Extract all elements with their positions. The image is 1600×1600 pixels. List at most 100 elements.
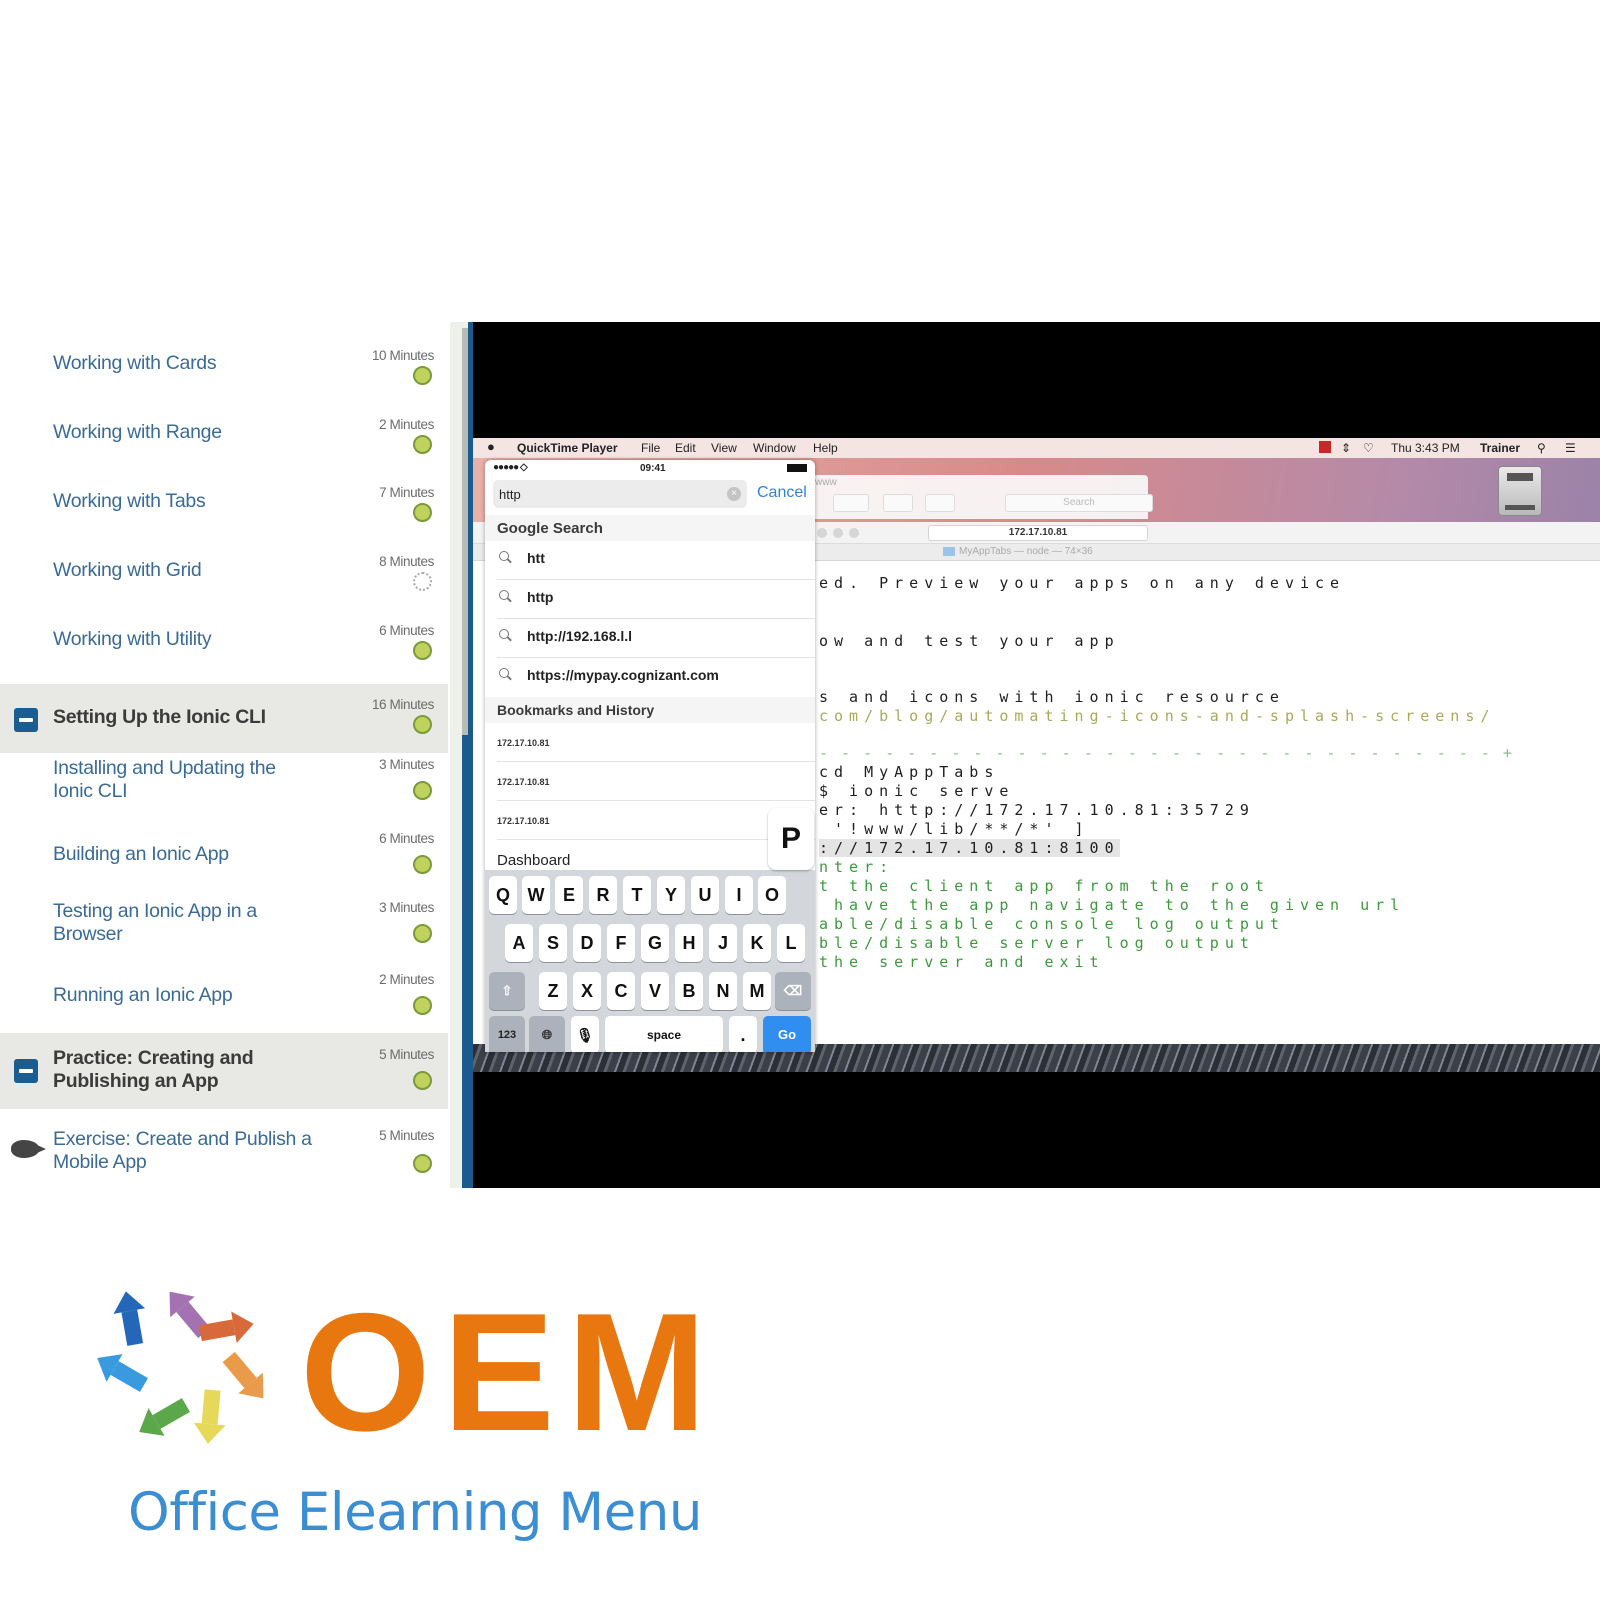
history-item[interactable]: 172.17.10.81 (497, 762, 815, 801)
key-a[interactable]: A (505, 924, 533, 962)
ios-status-bar: ●●●●● ◇ 09:41 (485, 460, 815, 476)
lesson-title[interactable]: Building an Ionic App (53, 843, 229, 866)
suggestion-text: https://mypay.cognizant.com (527, 667, 719, 683)
terminal-line: nter: (819, 858, 895, 876)
microphone-key[interactable]: 🎙︎ (571, 1016, 599, 1052)
lesson-item[interactable]: Working with Utility 6 Minutes (0, 617, 448, 679)
numbers-key[interactable]: 123 (489, 1016, 525, 1052)
shift-key[interactable]: ⇧ (489, 972, 525, 1010)
section-title[interactable]: Practice: Creating and Publishing an App (53, 1047, 283, 1093)
key-w[interactable]: W (522, 876, 550, 914)
key-f[interactable]: F (607, 924, 635, 962)
toolbar-button (833, 494, 869, 512)
key-k[interactable]: K (743, 924, 771, 962)
key-g[interactable]: G (641, 924, 669, 962)
key-o[interactable]: O (758, 876, 786, 914)
search-suggestion[interactable]: http (497, 580, 815, 619)
search-field: Search (1005, 494, 1153, 512)
lesson-title[interactable]: Working with Range (53, 421, 222, 444)
lesson-item[interactable]: Installing and Updating the Ionic CLI 3 … (0, 757, 448, 823)
collapse-icon[interactable] (14, 1059, 38, 1083)
completed-status-icon (413, 366, 432, 385)
key-l[interactable]: L (777, 924, 805, 962)
search-icon (499, 629, 511, 641)
key-b[interactable]: B (675, 972, 703, 1010)
key-u[interactable]: U (691, 876, 719, 914)
search-icon (499, 551, 511, 563)
section-header[interactable]: Practice: Creating and Publishing an App… (0, 1033, 448, 1109)
key-x[interactable]: X (573, 972, 601, 1010)
ios-keyboard[interactable]: Q W E R T Y U I O A S D F G H J K L ⇧ Z … (485, 870, 815, 1052)
globe-key[interactable]: 🌐︎ (529, 1016, 565, 1052)
lesson-title[interactable]: Working with Cards (53, 352, 217, 375)
key-r[interactable]: R (589, 876, 617, 914)
history-item[interactable]: Dashboard (497, 852, 570, 869)
lesson-duration: 2 Minutes (379, 972, 434, 987)
lesson-item[interactable]: Working with Cards 10 Minutes (0, 342, 448, 404)
search-suggestion[interactable]: htt (497, 541, 815, 580)
oem-wordmark: OEM (300, 1278, 719, 1466)
key-s[interactable]: S (539, 924, 567, 962)
ios-simulator[interactable]: ●●●●● ◇ 09:41 × Cancel Google Search htt… (485, 460, 815, 1052)
url-input[interactable] (499, 485, 699, 503)
search-suggestion[interactable]: https://mypay.cognizant.com (497, 658, 815, 697)
cancel-button[interactable]: Cancel (757, 484, 807, 502)
video-player[interactable]: ● QuickTime Player File Edit View Window… (473, 322, 1600, 1188)
lesson-item[interactable]: Working with Tabs 7 Minutes (0, 479, 448, 541)
delete-key[interactable]: ⌫ (775, 972, 811, 1010)
key-v[interactable]: V (641, 972, 669, 1010)
lesson-title[interactable]: Working with Utility (53, 628, 212, 651)
key-preview-popup: P (768, 808, 814, 870)
terminal-title: MyAppTabs — node — 74×36 (943, 546, 1093, 557)
key-i[interactable]: I (725, 876, 753, 914)
key-d[interactable]: D (573, 924, 601, 962)
key-y[interactable]: Y (657, 876, 685, 914)
lesson-title[interactable]: Running an Ionic App (53, 984, 233, 1007)
lesson-item[interactable]: Testing an Ionic App in a Browser 3 Minu… (0, 900, 448, 966)
lesson-item[interactable]: Working with Range 2 Minutes (0, 411, 448, 473)
key-c[interactable]: C (607, 972, 635, 1010)
exercise-item[interactable]: Exercise: Create and Publish a Mobile Ap… (0, 1116, 448, 1188)
section-title[interactable]: Setting Up the Ionic CLI (53, 706, 266, 729)
signal-icon: ●●●●● ◇ (493, 462, 528, 473)
arrow-light-blue (97, 1354, 148, 1392)
close-window-icon (817, 528, 827, 538)
key-h[interactable]: H (675, 924, 703, 962)
key-j[interactable]: J (709, 924, 737, 962)
key-n[interactable]: N (709, 972, 737, 1010)
history-item[interactable]: 172.17.10.81 (497, 723, 815, 762)
lesson-title[interactable]: Installing and Updating the Ionic CLI (53, 757, 303, 803)
arrow-orange (222, 1351, 264, 1399)
lesson-item[interactable]: Running an Ionic App 2 Minutes (0, 972, 448, 1034)
exercise-title[interactable]: Exercise: Create and Publish a Mobile Ap… (53, 1128, 313, 1174)
key-e[interactable]: E (555, 876, 583, 914)
key-q[interactable]: Q (489, 876, 517, 914)
safari-url-bar[interactable]: × (493, 480, 747, 508)
key-z[interactable]: Z (539, 972, 567, 1010)
lesson-duration: 10 Minutes (371, 348, 434, 363)
clear-icon[interactable]: × (727, 487, 741, 501)
lesson-item[interactable]: Working with Grid 8 Minutes (0, 548, 448, 610)
apple-icon: ● (487, 439, 495, 454)
arrow-blue (113, 1291, 146, 1346)
period-key[interactable]: . (729, 1016, 757, 1052)
go-key[interactable]: Go (763, 1016, 811, 1052)
lesson-title[interactable]: Working with Tabs (53, 490, 206, 513)
in-progress-status-icon (413, 572, 432, 591)
lesson-item[interactable]: Building an Ionic App 6 Minutes (0, 827, 448, 893)
terminal-line: $ ionic serve (819, 782, 1015, 800)
terminal-line: have the app navigate to the given url (819, 896, 1406, 914)
space-key[interactable]: space (605, 1016, 723, 1052)
lesson-duration: 3 Minutes (379, 757, 434, 772)
key-t[interactable]: T (623, 876, 651, 914)
lesson-duration: 6 Minutes (379, 831, 434, 846)
collapse-icon[interactable] (14, 708, 38, 732)
lesson-title[interactable]: Working with Grid (53, 559, 202, 582)
search-suggestion[interactable]: http://192.168.l.l (497, 619, 815, 658)
section-header[interactable]: Setting Up the Ionic CLI 16 Minutes (0, 684, 448, 753)
lesson-title[interactable]: Testing an Ionic App in a Browser (53, 900, 293, 946)
mac-menubar: ● QuickTime Player File Edit View Window… (473, 438, 1600, 458)
menu-view: View (711, 441, 737, 455)
terminal-line: ble/disable server log output (819, 934, 1255, 952)
key-m[interactable]: M (743, 972, 771, 1010)
